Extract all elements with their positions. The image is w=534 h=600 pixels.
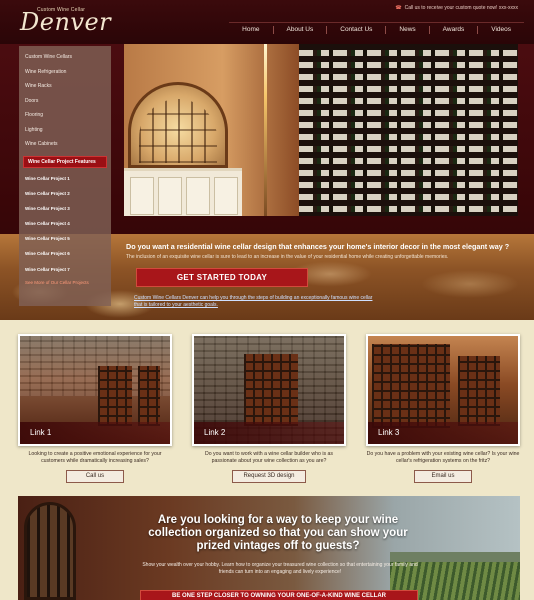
bottle-row [299,98,518,104]
see-more-projects-link[interactable]: See More of Our Cellar Projects [19,277,111,289]
wine-rack [244,354,298,426]
sidebar-project-link[interactable]: Wine Cellar Project 2 [19,186,111,201]
get-started-button[interactable]: GET STARTED TODAY [136,268,308,287]
bottle-row [299,170,518,176]
request-3d-design-button[interactable]: Request 3D design [232,470,306,483]
banner-paragraph: Show your wealth over your hobby. Learn … [142,562,418,575]
card-2: Link 2 Do you want to work with a wine c… [192,334,346,483]
cabinet-door [214,177,238,215]
card-image[interactable]: Link 2 [192,334,346,446]
card-3: Link 3 Do you have a problem with your e… [366,334,520,483]
wine-rack [98,366,132,426]
card-1: Link 1 Looking to create a positive emot… [18,334,172,483]
sidebar-project-link[interactable]: Wine Cellar Project 3 [19,201,111,216]
bottle-row [299,122,518,128]
bottle-row [299,50,518,56]
banner-headline: Are you looking for a way to keep your w… [148,514,408,552]
email-us-button[interactable]: Email us [414,470,472,483]
sidebar-project-link[interactable]: Wine Cellar Project 1 [19,171,111,186]
sidebar-project-link[interactable]: Wine Cellar Project 5 [19,231,111,246]
bottle-row [299,146,518,152]
bottom-banner: Are you looking for a way to keep your w… [18,496,520,600]
hero-section: Custom Wine Cellars Wine Refrigeration W… [0,44,534,320]
cabinet-door [130,177,154,215]
bottle-row [299,194,518,200]
sidebar-item-lighting[interactable]: Lighting [19,123,111,138]
call-text: Call us to receive your custom quote now… [404,5,518,11]
nav-news[interactable]: News [386,26,428,33]
sidebar-item-flooring[interactable]: Flooring [19,108,111,123]
card-description: Do you have a problem with your existing… [366,451,520,464]
card-description: Looking to create a positive emotional e… [28,451,162,464]
hero-question: Do you want a residential wine cellar de… [126,242,510,251]
sidebar-item-wine-refrigeration[interactable]: Wine Refrigeration [19,65,111,80]
hero-paragraph: The inclusion of an exquisite wine cella… [126,254,449,260]
hero-image [124,44,518,216]
bottle-row [299,182,518,188]
feature-cards: Link 1 Looking to create a positive emot… [0,320,534,496]
card-label: Link 1 [20,422,170,444]
cabinet-door [158,177,182,215]
card-label: Link 2 [194,422,344,444]
cabinet-door [186,177,210,215]
main-nav: Home About Us Contact Us News Awards Vid… [229,22,524,34]
sidebar-project-link[interactable]: Wine Cellar Project 6 [19,246,111,261]
phone-icon: ☎ [395,5,402,11]
wine-rack [458,356,500,426]
arched-door [24,502,76,600]
call-us-button[interactable]: Call us [66,470,124,483]
card-image[interactable]: Link 1 [18,334,172,446]
card-image[interactable]: Link 3 [366,334,520,446]
light-strip [264,44,267,216]
bottle-row [299,74,518,80]
bottle-row [299,134,518,140]
bottle-row [299,110,518,116]
sidebar-item-doors[interactable]: Doors [19,94,111,109]
sidebar-item-wine-cabinets[interactable]: Wine Cabinets [19,137,111,152]
nav-contact[interactable]: Contact Us [327,26,385,33]
nav-about[interactable]: About Us [274,26,327,33]
wine-rack [372,344,450,428]
wine-rack [138,366,160,426]
sidebar-item-wine-racks[interactable]: Wine Racks [19,79,111,94]
sidebar-menu: Custom Wine Cellars Wine Refrigeration W… [19,46,111,306]
logo-tagline: Custom Wine Cellar [37,7,86,13]
bottle-row [299,158,518,164]
nav-home[interactable]: Home [229,26,272,33]
sidebar-project-link[interactable]: Wine Cellar Project 4 [19,216,111,231]
nav-awards[interactable]: Awards [430,26,478,33]
cabinet [124,168,242,216]
banner-cta-button[interactable]: BE ONE STEP CLOSER TO OWNING YOUR ONE-OF… [140,590,418,600]
site-header: Denver Custom Wine Cellar ☎ Call us to re… [0,0,534,44]
bottle-row [299,86,518,92]
card-label: Link 3 [368,422,518,444]
wine-rack [299,44,518,216]
hero-link[interactable]: Custom Wine Cellars Denver can help you … [134,295,374,309]
call-banner: ☎ Call us to receive your custom quote no… [395,5,518,11]
arched-window [128,82,228,168]
nav-videos[interactable]: Videos [478,26,524,33]
bottle-row [299,206,518,212]
card-description: Do you want to work with a wine cellar b… [204,451,334,464]
hero-text: Do you want a residential wine cellar de… [126,242,520,261]
sidebar-item-custom-wine-cellars[interactable]: Custom Wine Cellars [19,50,111,65]
sidebar-project-link[interactable]: Wine Cellar Project 7 [19,262,111,277]
project-features-heading[interactable]: Wine Cellar Project Features [23,155,107,168]
bottle-row [299,62,518,68]
iron-grill [139,99,217,163]
